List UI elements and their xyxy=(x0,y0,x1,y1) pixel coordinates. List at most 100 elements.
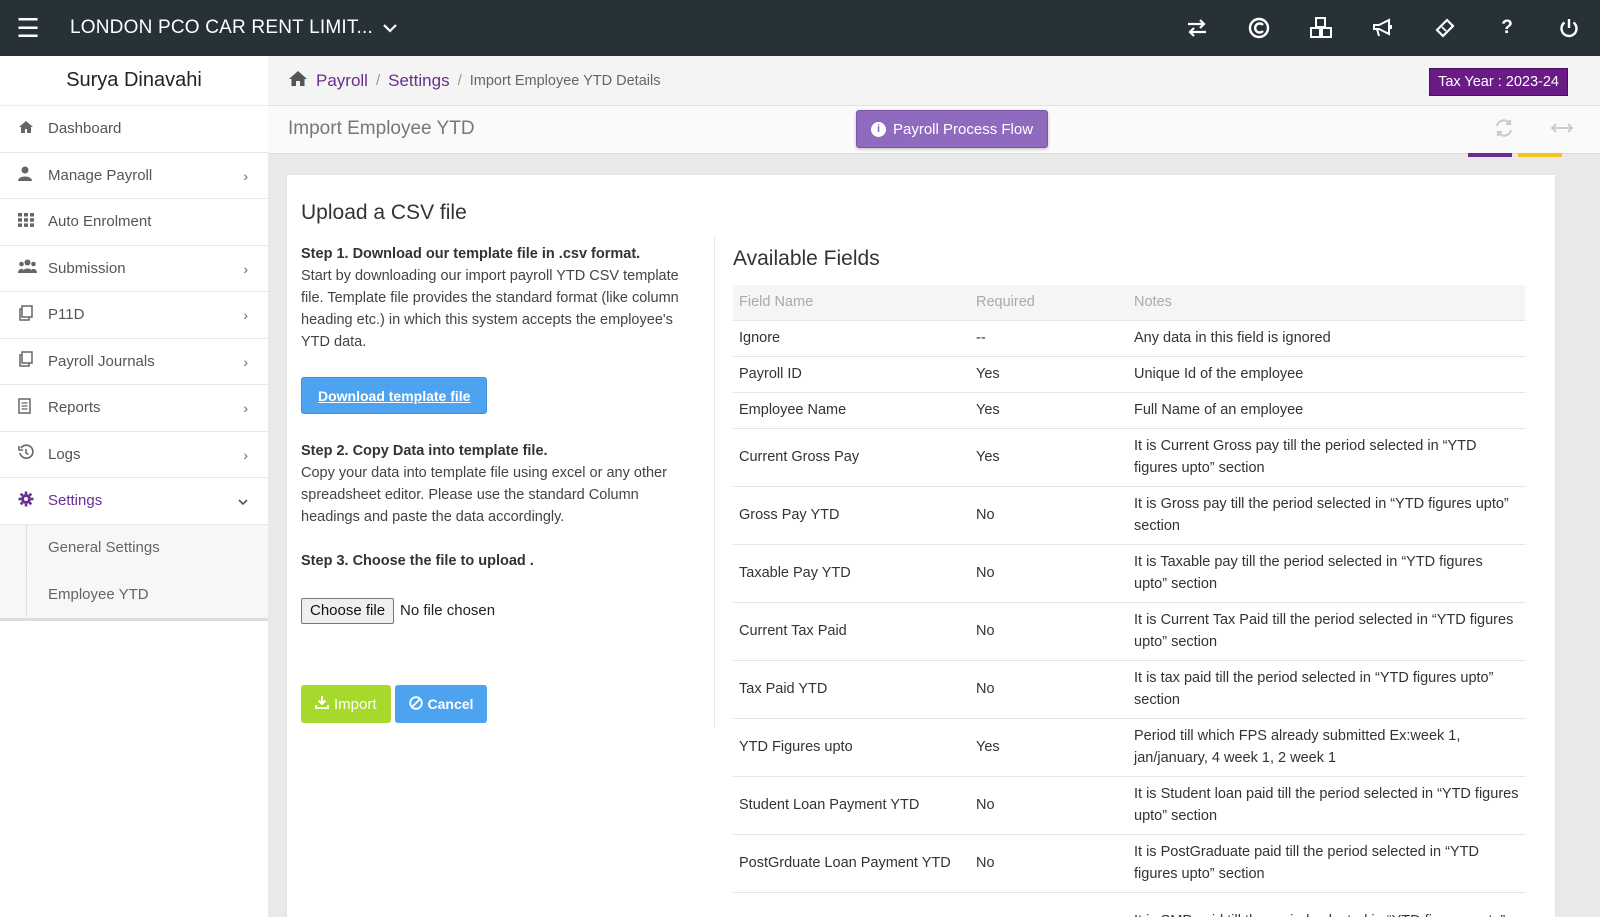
payroll-process-flow-button[interactable]: i Payroll Process Flow xyxy=(856,110,1049,148)
required-cell: No xyxy=(970,659,1128,718)
column-header-notes: Notes xyxy=(1128,285,1525,320)
cancel-button[interactable]: Cancel xyxy=(394,685,488,723)
sidebar: Surya Dinavahi Dashboard Manage Payroll … xyxy=(0,56,268,917)
table-row: Payroll ID Yes Unique Id of the employee xyxy=(733,355,1525,392)
upload-title: Upload a CSV file xyxy=(301,201,467,224)
table-row: Taxable Pay YTD No It is Taxable pay till … xyxy=(733,543,1525,602)
breadcrumb-settings[interactable]: Settings xyxy=(388,71,449,91)
download-template-button[interactable]: Download template file xyxy=(301,377,488,414)
chevron-right-icon: › xyxy=(243,307,248,323)
chevron-down-icon xyxy=(383,21,397,36)
company-name: LONDON PCO CAR RENT LIMIT... xyxy=(70,17,373,38)
instructions: Step 1. Download our template file in .c… xyxy=(301,243,693,624)
field-name-cell: PostGrduate Loan Payment YTD xyxy=(733,833,970,892)
power-icon[interactable] xyxy=(1538,0,1600,56)
accent-bar-yellow xyxy=(1518,153,1562,157)
chevron-right-icon: › xyxy=(243,446,248,463)
sidebar-item-logs[interactable]: Logs › xyxy=(0,432,268,478)
import-card: Upload a CSV file Step 1. Download our t… xyxy=(286,174,1556,917)
table-row: Current Gross Pay Yes It is Current Gross … xyxy=(733,427,1525,486)
step1-title: Step 1. Download our template file in .c… xyxy=(301,246,641,262)
table-row: Student Loan Payment YTD No It is Student … xyxy=(733,775,1525,834)
notes-cell: It is PostGraduate paid till the period … xyxy=(1128,833,1525,892)
chevron-down-icon xyxy=(238,493,248,509)
ticket-icon[interactable] xyxy=(1414,0,1476,56)
notes-cell: It is Student loan paid till the period … xyxy=(1128,775,1525,834)
company-selector[interactable]: LONDON PCO CAR RENT LIMIT... xyxy=(70,17,397,39)
sidebar-item-label: Dashboard xyxy=(48,120,122,138)
sidebar-item-manage-payroll[interactable]: Manage Payroll › xyxy=(0,153,268,199)
user-name: Surya Dinavahi xyxy=(0,56,268,106)
sidebar-subitem-employee-ytd[interactable]: Employee YTD xyxy=(0,571,268,618)
settings-submenu: General Settings Employee YTD xyxy=(0,524,268,621)
breadcrumb-payroll[interactable]: Payroll xyxy=(316,71,368,91)
sidebar-item-label: Manage Payroll xyxy=(48,166,153,184)
column-header-required: Required xyxy=(970,285,1128,320)
sidebar-item-dashboard[interactable]: Dashboard xyxy=(0,106,268,153)
sidebar-item-reports[interactable]: Reports › xyxy=(0,385,268,432)
required-cell: Yes xyxy=(970,355,1128,392)
field-name-cell: Ignore xyxy=(733,319,970,356)
chevron-right-icon: › xyxy=(243,400,248,416)
help-icon[interactable]: ? xyxy=(1476,0,1538,56)
field-name-cell: Gross Pay YTD xyxy=(733,485,970,544)
sidebar-item-label: Employee YTD xyxy=(48,585,149,603)
expand-horizontal-icon[interactable] xyxy=(1550,118,1574,141)
notes-cell: Period till which FPS already submitted … xyxy=(1128,717,1525,776)
table-row: Tax Paid YTD No It is tax paid till the pe… xyxy=(733,659,1525,718)
copy-icon xyxy=(18,305,48,325)
sidebar-item-submission[interactable]: Submission › xyxy=(0,246,268,292)
exchange-icon[interactable] xyxy=(1166,0,1228,56)
bullhorn-icon[interactable] xyxy=(1352,0,1414,56)
menu-toggle-icon[interactable]: ☰ xyxy=(0,0,56,56)
payroll-process-flow-label: Payroll Process Flow xyxy=(893,120,1034,138)
step3-title: Step 3. Choose the file to upload . xyxy=(301,553,534,569)
home-icon[interactable] xyxy=(288,70,308,92)
table-row: Employee Name Yes Full Name of an employee xyxy=(733,391,1525,428)
breadcrumb-separator: / xyxy=(457,72,462,89)
table-row: Current Tax Paid No It is Current Tax Paid… xyxy=(733,601,1525,660)
sidebar-item-label: Reports xyxy=(48,399,101,417)
required-cell: No xyxy=(970,601,1128,660)
grid-icon xyxy=(18,212,48,231)
cancel-label: Cancel xyxy=(427,696,474,712)
notes-cell: It is SMP paid till the period selected … xyxy=(1128,891,1525,917)
field-name-cell: Current Tax Paid xyxy=(733,601,970,660)
tax-year-badge: Tax Year : 2023-24 xyxy=(1429,68,1568,96)
required-cell: Yes xyxy=(970,717,1128,776)
field-name-cell: Employee Name xyxy=(733,391,970,428)
breadcrumb-separator: / xyxy=(375,72,381,89)
sidebar-item-settings[interactable]: Settings xyxy=(0,478,268,525)
sidebar-item-label: P11D xyxy=(48,306,85,324)
import-label: Import xyxy=(334,695,377,713)
user-icon xyxy=(18,166,48,185)
currency-icon[interactable] xyxy=(1228,0,1290,56)
breadcrumb: Payroll / Settings / Import Employee YTD… xyxy=(268,56,1600,106)
choose-file-button[interactable]: Choose file xyxy=(301,598,395,624)
cubes-icon[interactable] xyxy=(1290,0,1352,56)
refresh-icon[interactable] xyxy=(1494,118,1514,144)
sidebar-item-label: Settings xyxy=(48,492,103,510)
chevron-right-icon: › xyxy=(243,353,248,370)
table-row: Gross Pay YTD No It is Gross pay till the … xyxy=(733,485,1525,544)
ban-icon xyxy=(408,695,423,713)
required-cell: Yes xyxy=(970,391,1128,428)
chevron-right-icon: › xyxy=(243,260,248,277)
step1-text: Start by downloading our import payroll … xyxy=(301,268,679,350)
step2-title: Step 2. Copy Data into template file. xyxy=(301,443,548,459)
field-name-cell: Current Gross Pay xyxy=(733,427,970,486)
sidebar-item-p11d[interactable]: P11D › xyxy=(0,292,268,339)
sidebar-item-label: Payroll Journals xyxy=(48,352,155,370)
sidebar-item-auto-enrolment[interactable]: Auto Enrolment xyxy=(0,199,268,246)
sidebar-subitem-general-settings[interactable]: General Settings xyxy=(0,524,268,572)
import-button[interactable]: Import xyxy=(301,685,391,723)
notes-cell: Any data in this field is ignored xyxy=(1128,319,1525,356)
available-fields-title: Available Fields xyxy=(733,247,880,270)
required-cell: Yes xyxy=(970,427,1128,486)
download-icon xyxy=(315,695,329,713)
sidebar-item-label: Auto Enrolment xyxy=(48,213,152,231)
notes-cell: It is Current Tax Paid till the period s… xyxy=(1128,601,1525,660)
page-header: Import Employee YTD i Payroll Process Fl… xyxy=(268,106,1600,157)
available-fields-table: Field Name Required Notes Ignore -- Any da… xyxy=(733,285,1525,917)
sidebar-item-payroll-journals[interactable]: Payroll Journals › xyxy=(0,339,268,385)
